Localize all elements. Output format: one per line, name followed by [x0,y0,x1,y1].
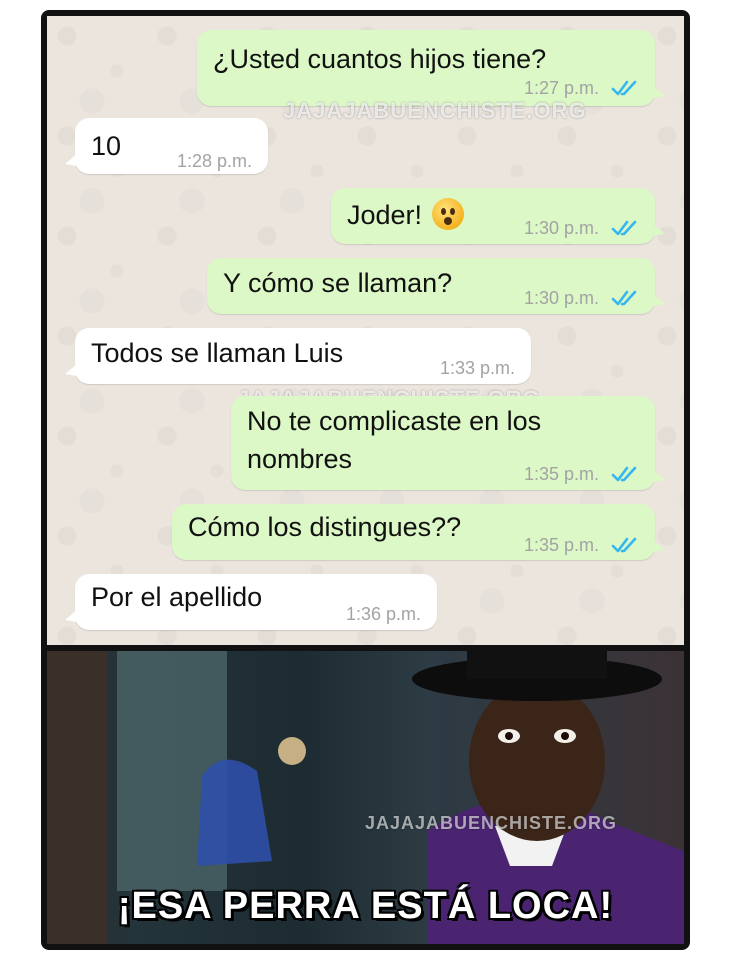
message-bubble: 10 1:28 p.m. [65,118,268,174]
message-time: 1:33 p.m. [439,358,515,378]
watermark: JAJAJABUENCHISTE.ORG [283,98,587,123]
left-pupil [505,732,513,740]
message-text-line2: nombres [247,444,353,474]
hat-crown [467,651,607,679]
message-bubble: ¿Usted cuantos hijos tiene? 1:27 p.m. [197,30,665,106]
message-text: No te complicaste en los [247,406,542,436]
message-bubble: Por el apellido 1:36 p.m. [65,574,437,630]
message-bubble: Cómo los distingues?? 1:35 p.m. [172,504,665,560]
message-text: Joder! [347,196,465,234]
right-pupil [561,732,569,740]
message-text: 10 [91,131,122,161]
message-bubble: Todos se llaman Luis 1:33 p.m. [65,328,531,384]
double-check-icon [611,466,637,482]
double-check-icon [611,80,637,96]
meme-watermark: JAJAJABUENCHISTE.ORG [365,813,618,833]
double-check-icon [611,290,637,306]
message-time: 1:30 p.m. [523,218,599,238]
message-time: 1:30 p.m. [523,288,599,308]
message-text: Y cómo se llaman? [223,268,453,298]
double-check-icon [611,537,637,553]
message-text: Todos se llaman Luis [91,338,344,368]
message-time: 1:35 p.m. [523,535,599,555]
message-text: Por el apellido [91,582,263,612]
chat-screenshot: ¿Usted cuantos hijos tiene? 1:27 p.m. JA… [47,16,684,645]
message-time: 1:35 p.m. [523,464,599,484]
message-time: 1:36 p.m. [345,604,421,624]
message-text: Cómo los distingues?? [188,512,462,542]
astonished-face-icon [432,198,465,230]
message-bubble: Y cómo se llaman? 1:30 p.m. [207,258,665,314]
message-time: 1:28 p.m. [176,151,252,171]
meme-panel: JAJAJABUENCHISTE.ORG ¡ESA PERRA ESTÁ LOC… [47,651,684,944]
message-text-value: Joder! [347,200,423,230]
meme-caption: ¡ESA PERRA ESTÁ LOCA! [117,885,614,927]
message-bubble: Joder! 1:30 p.m. [331,188,665,244]
message-text: ¿Usted cuantos hijos tiene? [213,44,547,74]
message-time: 1:27 p.m. [523,78,599,98]
lamp-glow [278,737,306,765]
seated-figure [197,759,272,866]
double-check-icon [611,220,637,236]
message-bubble: No te complicaste en los nombres 1:35 p.… [231,396,665,490]
